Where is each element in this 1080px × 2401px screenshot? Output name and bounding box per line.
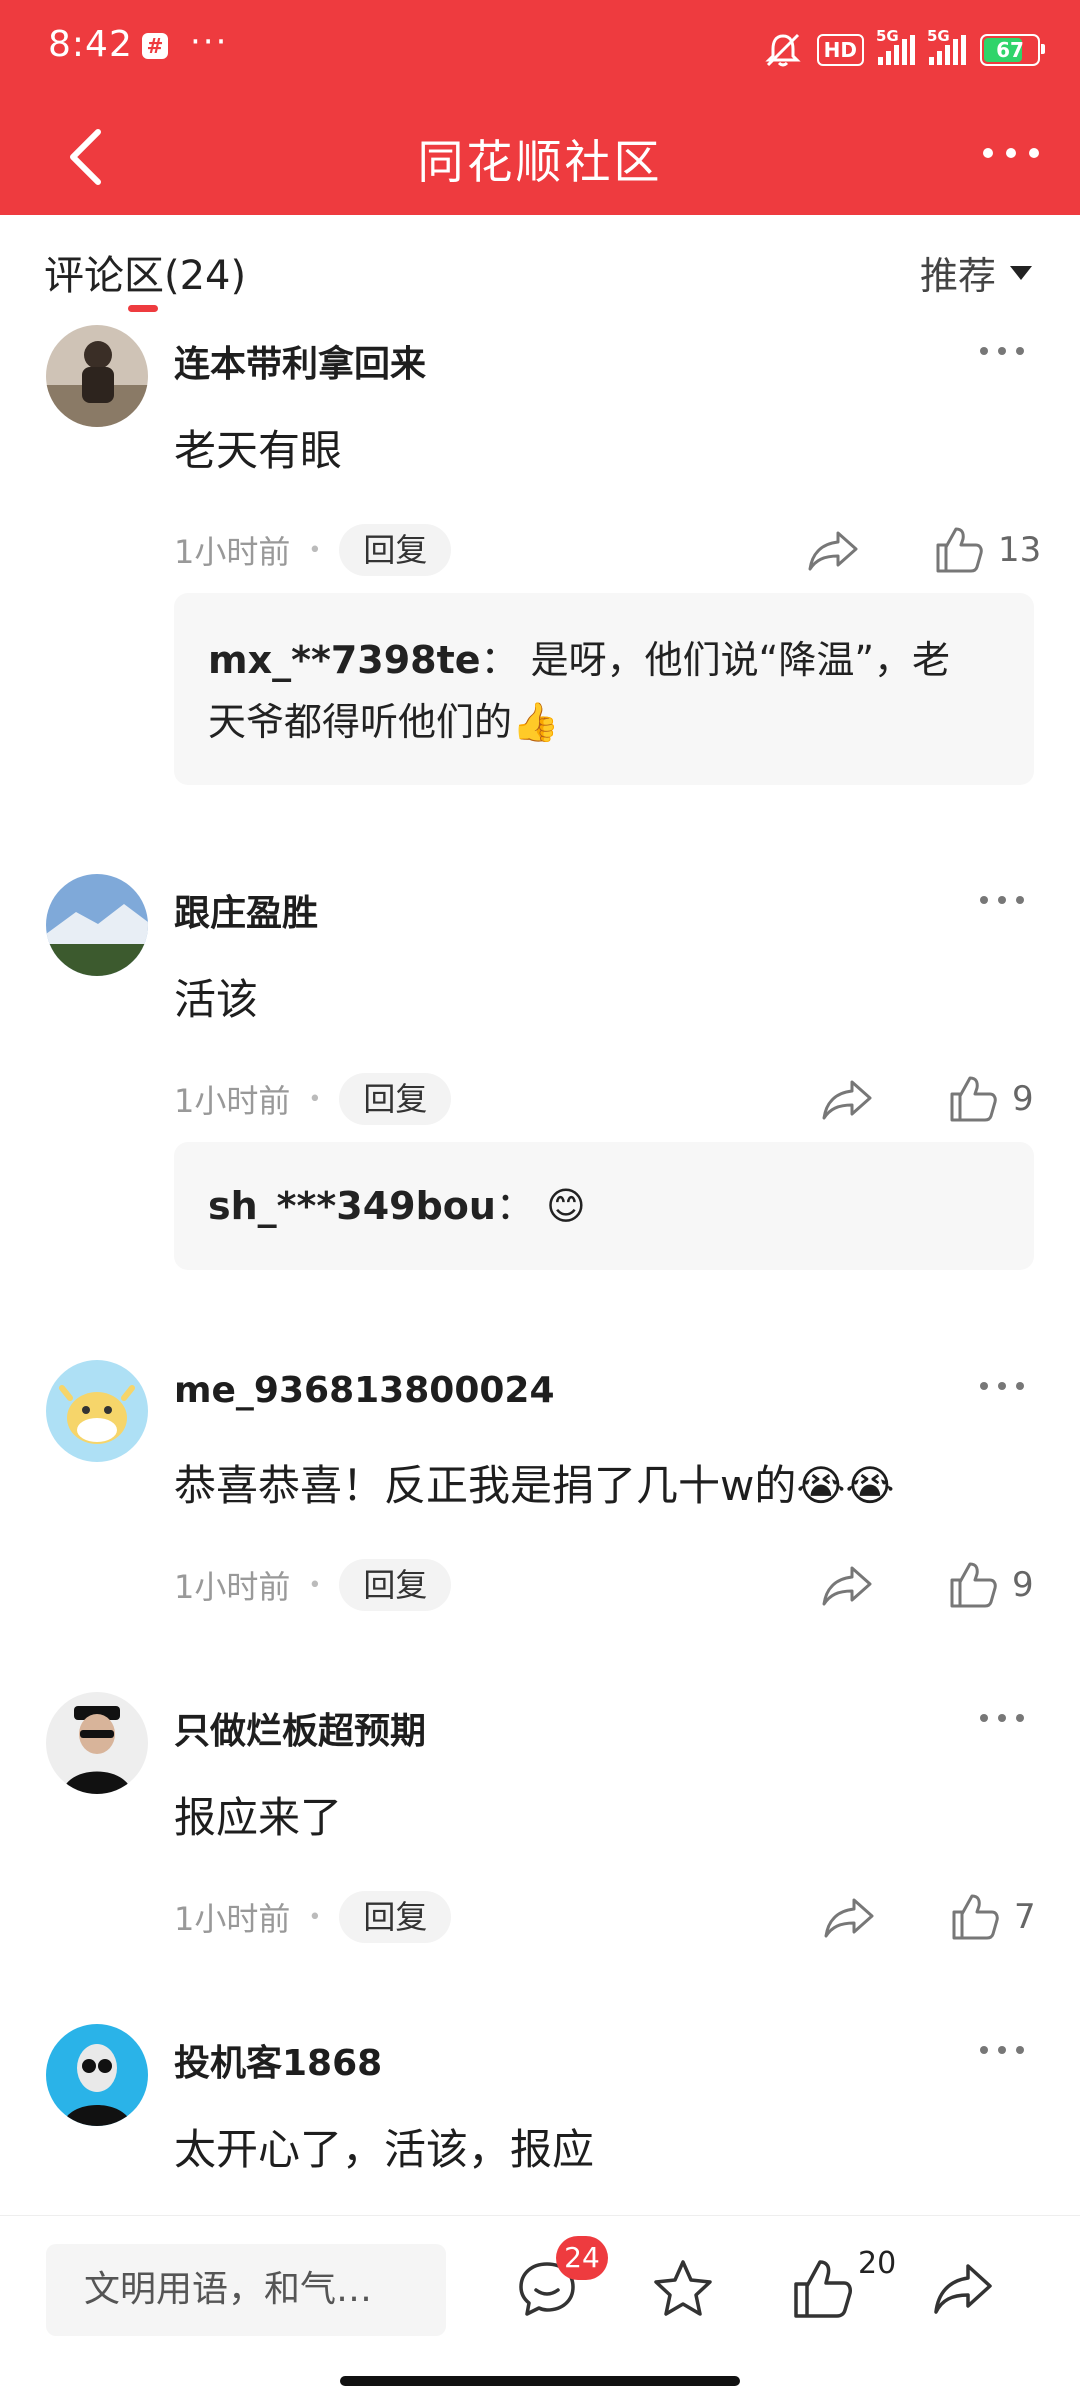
- share-icon[interactable]: [818, 1560, 876, 1610]
- like-count: 20: [858, 2246, 897, 2281]
- reply-button[interactable]: 回复: [339, 524, 452, 576]
- comment-meta: 1小时前 • 回复: [174, 1073, 452, 1125]
- like-count: 9: [1012, 1565, 1034, 1605]
- home-indicator[interactable]: [340, 2376, 740, 2386]
- comment-text: 太开心了，活该，报应: [174, 2125, 595, 2174]
- signal-icon-2: 5G: [927, 27, 966, 65]
- notification-icon: #: [142, 33, 168, 59]
- username[interactable]: 跟庄盈胜: [174, 884, 318, 936]
- sub-reply-text-2: 天爷都得听他们的👍: [208, 700, 560, 744]
- sub-reply[interactable]: sh_***349bou： 😊: [174, 1142, 1034, 1270]
- comment-text: 报应来了: [174, 1793, 343, 1842]
- username[interactable]: 连本带利拿回来: [174, 335, 426, 387]
- sub-reply-text: 😊: [546, 1184, 586, 1228]
- battery-icon: 67: [980, 34, 1045, 66]
- sub-reply-user[interactable]: sh_***349bou: [208, 1184, 496, 1228]
- username[interactable]: 只做烂板超预期: [174, 1702, 426, 1754]
- comment-count-badge: 24: [556, 2236, 608, 2280]
- comment-item: 连本带利拿回来 老天有眼 1小时前 • 回复 13 mx_**7398te： 是…: [0, 325, 1080, 805]
- comments-header: 评论区(24) 推荐: [0, 215, 1080, 315]
- comment-text: 恭喜恭喜！反正我是捐了几十w的😭😭: [174, 1461, 895, 1510]
- avatar[interactable]: [46, 1360, 148, 1462]
- status-time: 8:42: [48, 24, 133, 65]
- mute-bell-icon: [765, 33, 801, 67]
- comment-meta: 1小时前 • 回复: [174, 1891, 452, 1943]
- reply-button[interactable]: 回复: [339, 1559, 452, 1611]
- comment-time: 1小时前: [174, 1082, 291, 1120]
- comment-item: 只做烂板超预期 报应来了 1小时前 • 回复 7: [0, 1692, 1080, 1972]
- status-right: HD 5G 5G 67: [763, 27, 1045, 72]
- avatar[interactable]: [46, 2024, 148, 2126]
- comment-item: 投机客1868 太开心了，活该，报应: [0, 2024, 1080, 2214]
- like-count: 7: [1014, 1897, 1036, 1937]
- reply-button[interactable]: 回复: [339, 1891, 452, 1943]
- avatar[interactable]: [46, 325, 148, 427]
- share-icon[interactable]: [818, 1074, 876, 1124]
- comment-more-icon[interactable]: [976, 1376, 1028, 1396]
- comment-item: 跟庄盈胜 活该 1小时前 • 回复 9 sh_***349bou： 😊: [0, 874, 1080, 1274]
- thumbs-up-icon[interactable]: [948, 1890, 1002, 1944]
- share-icon[interactable]: [930, 2256, 996, 2322]
- comment-meta: 1小时前 • 回复: [174, 524, 452, 576]
- comment-more-icon[interactable]: [976, 341, 1028, 361]
- comment-text: 活该: [174, 975, 259, 1024]
- more-options-icon[interactable]: [976, 128, 1046, 178]
- comment-more-icon[interactable]: [976, 2040, 1028, 2060]
- status-overflow: ···: [190, 22, 229, 62]
- comment-time: 1小时前: [174, 1900, 291, 1938]
- thumbs-up-icon[interactable]: [790, 2256, 856, 2322]
- comment-meta: 1小时前 • 回复: [174, 1559, 452, 1611]
- comment-time: 1小时前: [174, 1568, 291, 1606]
- avatar[interactable]: [46, 874, 148, 976]
- thumbs-up-icon[interactable]: [932, 523, 986, 577]
- sort-dropdown[interactable]: 推荐: [920, 245, 1032, 300]
- share-icon[interactable]: [820, 1892, 878, 1942]
- active-tab-indicator: [128, 305, 158, 312]
- hd-badge: HD: [816, 34, 864, 66]
- dropdown-triangle-icon: [1010, 265, 1032, 280]
- comment-item: me_936813800024 恭喜恭喜！反正我是捐了几十w的😭😭 1小时前 •…: [0, 1360, 1080, 1640]
- comment-time: 1小时前: [174, 533, 291, 571]
- status-bar: 8:42 # ··· HD 5G 5G 67: [0, 0, 1080, 100]
- sub-reply[interactable]: mx_**7398te： 是呀，他们说“降温”，老 天爷都得听他们的👍: [174, 593, 1034, 785]
- bottom-bar: 文明用语，和气… 24 20: [0, 2215, 1080, 2401]
- share-icon[interactable]: [804, 525, 862, 575]
- reply-button[interactable]: 回复: [339, 1073, 452, 1125]
- top-bar: 8:42 # ··· HD 5G 5G 67 同花顺社区: [0, 0, 1080, 215]
- avatar[interactable]: [46, 1692, 148, 1794]
- page-title: 同花顺社区: [417, 135, 663, 189]
- sub-reply-user[interactable]: mx_**7398te: [208, 638, 481, 682]
- sort-label: 推荐: [919, 254, 996, 298]
- comments-title: 评论区(24): [44, 253, 247, 299]
- signal-icon: 5G: [876, 27, 915, 65]
- like-count: 9: [1012, 1079, 1034, 1119]
- sub-reply-text: 是呀，他们说“降温”，老: [530, 638, 951, 682]
- thumbs-up-icon[interactable]: [946, 1558, 1000, 1612]
- comment-text: 老天有眼: [174, 426, 343, 475]
- thumbs-up-icon[interactable]: [946, 1072, 1000, 1126]
- comment-more-icon[interactable]: [976, 1708, 1028, 1728]
- star-icon[interactable]: [650, 2256, 716, 2322]
- nav-bar: 同花顺社区: [0, 100, 1080, 215]
- like-count: 13: [998, 530, 1042, 570]
- username[interactable]: me_936813800024: [174, 1370, 555, 1411]
- comment-input[interactable]: 文明用语，和气…: [46, 2244, 446, 2336]
- username[interactable]: 投机客1868: [174, 2034, 382, 2086]
- comment-more-icon[interactable]: [976, 890, 1028, 910]
